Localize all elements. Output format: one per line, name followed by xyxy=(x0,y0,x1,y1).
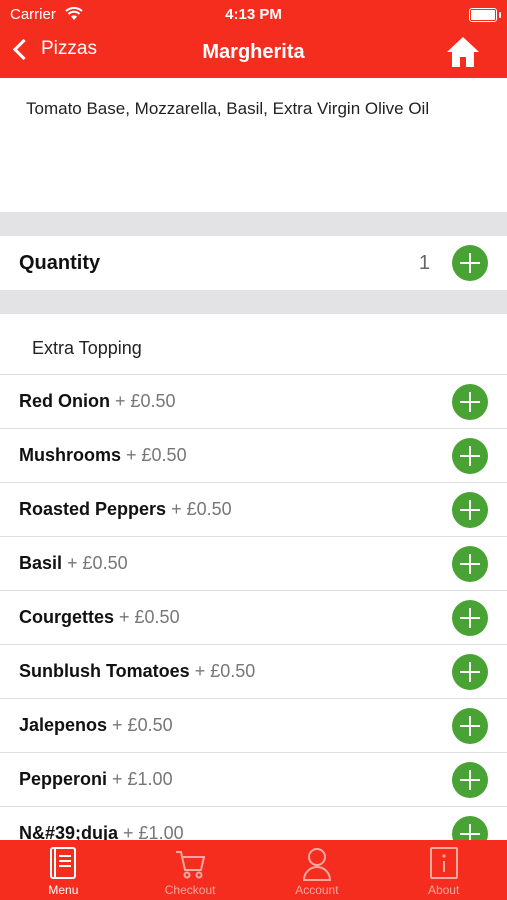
tab-about[interactable]: About xyxy=(380,840,507,900)
person-icon xyxy=(301,846,333,887)
tab-bar: Menu Checkout Account About xyxy=(0,840,507,900)
quantity-label: Quantity xyxy=(19,252,101,274)
topping-row: Jalepenos + £0.50 xyxy=(0,699,507,753)
add-topping-button[interactable] xyxy=(452,654,488,690)
quantity-increment-button[interactable] xyxy=(452,245,488,281)
add-topping-button[interactable] xyxy=(452,438,488,474)
add-topping-button[interactable] xyxy=(452,600,488,636)
add-topping-button[interactable] xyxy=(452,762,488,798)
topping-price: + £0.50 xyxy=(110,391,176,411)
battery-icon xyxy=(469,8,501,22)
status-time: 4:13 PM xyxy=(225,6,282,23)
cart-icon xyxy=(174,846,206,885)
topping-name: Red Onion xyxy=(19,391,110,411)
section-separator xyxy=(0,212,507,236)
topping-name: Mushrooms xyxy=(19,445,122,465)
topping-name: Pepperoni xyxy=(19,769,108,789)
topping-price: + £0.50 xyxy=(114,607,180,627)
tab-label: Checkout xyxy=(164,883,216,897)
topping-name: Courgettes xyxy=(19,607,115,627)
quantity-row: Quantity 1 xyxy=(0,236,507,290)
status-bar: Carrier 4:13 PM xyxy=(10,6,501,24)
tab-checkout[interactable]: Checkout xyxy=(127,840,254,900)
description-text: Tomato Base, Mozzarella, Basil, Extra Vi… xyxy=(26,99,430,118)
topping-name: Roasted Peppers xyxy=(19,499,167,519)
extra-topping-header: Extra Topping xyxy=(0,314,507,375)
add-topping-button[interactable] xyxy=(452,708,488,744)
topping-row: Red Onion + £0.50 xyxy=(0,375,507,429)
add-topping-button[interactable] xyxy=(452,546,488,582)
topping-price: + £0.50 xyxy=(166,499,232,519)
topping-name: Sunblush Tomatoes xyxy=(19,661,190,681)
topping-price: + £0.50 xyxy=(107,715,173,735)
tab-menu[interactable]: Menu xyxy=(0,840,127,900)
topping-price: + £0.50 xyxy=(121,445,187,465)
add-topping-button[interactable] xyxy=(452,492,488,528)
topping-price: + £0.50 xyxy=(62,553,128,573)
topping-row: Mushrooms + £0.50 xyxy=(0,429,507,483)
add-topping-button[interactable] xyxy=(452,384,488,420)
pizza-description: Tomato Base, Mozzarella, Basil, Extra Vi… xyxy=(0,78,507,212)
home-button[interactable] xyxy=(445,34,481,70)
topping-price: + £0.50 xyxy=(189,661,256,681)
tab-label: Menu xyxy=(48,883,79,897)
topping-name: Jalepenos xyxy=(19,715,108,735)
home-icon xyxy=(447,37,479,67)
info-icon xyxy=(429,846,459,885)
topping-row: Courgettes + £0.50 xyxy=(0,591,507,645)
topping-price: + £1.00 xyxy=(107,769,173,789)
section-separator xyxy=(0,290,507,314)
tab-account[interactable]: Account xyxy=(254,840,381,900)
topping-row: Basil + £0.50 xyxy=(0,537,507,591)
navigation-bar: Carrier 4:13 PM Pizzas Margherita xyxy=(0,0,507,78)
topping-row: Pepperoni + £1.00 xyxy=(0,753,507,807)
page-title: Margherita xyxy=(202,41,305,63)
extra-topping-heading: Extra Topping xyxy=(32,338,142,358)
topping-list: Red Onion + £0.50 Mushrooms + £0.50 Roas… xyxy=(0,375,507,861)
tab-label: Account xyxy=(295,883,339,897)
menu-book-icon xyxy=(48,846,78,885)
topping-row: Sunblush Tomatoes + £0.50 xyxy=(0,645,507,699)
quantity-value: 1 xyxy=(418,252,430,274)
tab-label: About xyxy=(427,883,460,897)
topping-name: Basil xyxy=(19,553,63,573)
topping-row: Roasted Peppers + £0.50 xyxy=(0,483,507,537)
